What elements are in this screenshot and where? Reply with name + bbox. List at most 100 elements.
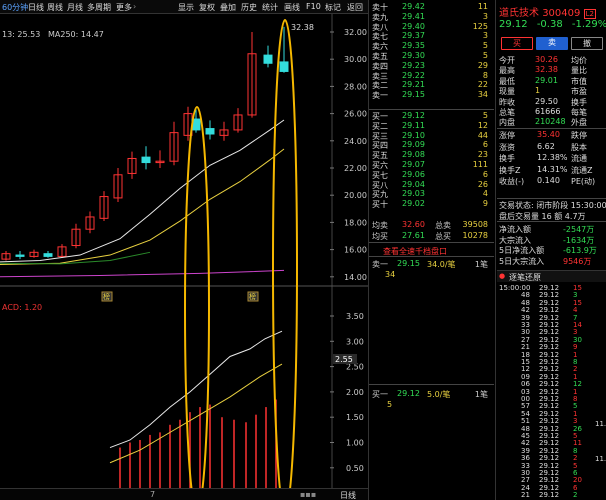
quote-label-2: PE(动): [571, 177, 596, 186]
menu-adjust[interactable]: 复权: [199, 2, 215, 13]
fund-flow-label: 净流入额: [499, 225, 531, 234]
macd-axis-label: 1.50: [346, 413, 364, 422]
price-axis-label: 22.00: [344, 164, 367, 173]
fund-flow-row[interactable]: 5日大宗流入 9546万: [497, 256, 606, 266]
buy-level-price: 29.03: [402, 189, 425, 199]
tab-multi-period[interactable]: 多周期: [87, 2, 111, 13]
fund-flow-row[interactable]: 净流入额 -2547万: [497, 224, 606, 234]
kline-chart[interactable]: 32.00 30.00 28.00 26.00 24.00 22.00 20.00 18.00…: [0, 14, 368, 500]
queue-sell-desc: 34.0/笔: [427, 260, 456, 269]
tick-row: 18 29.12 1: [497, 351, 606, 359]
highlight-ellipse-1: [184, 106, 210, 500]
sell-order-row[interactable]: 卖一 29.15 34: [369, 90, 494, 100]
divider: [497, 221, 606, 222]
sell-level-price: 29.35: [402, 41, 425, 51]
cancel-order-button[interactable]: 撤: [571, 37, 603, 50]
sell-order-row[interactable]: 卖二 29.21 22: [369, 80, 494, 90]
buy-order-row[interactable]: 买一 29.12 5: [369, 111, 494, 121]
sell-order-row[interactable]: 卖五 29.30 5: [369, 51, 494, 61]
buy-order-row[interactable]: 买七 29.06 6: [369, 170, 494, 180]
tick-extra: 11.6: [595, 420, 606, 428]
buy-level-price: 29.04: [402, 179, 425, 189]
sell-order-row[interactable]: 卖十 29.42 11: [369, 2, 494, 12]
macd-label: ACD: 1.20: [2, 303, 43, 312]
fund-flow-row[interactable]: 5日净流入额 -613.9万: [497, 245, 606, 255]
tick-row: 21 29.12 9: [497, 343, 606, 351]
sell-level-price: 29.21: [402, 80, 425, 90]
fund-flow-value: -2547万: [563, 225, 595, 234]
tab-monthly[interactable]: 月线: [67, 2, 83, 13]
quote-row: 收益(-) 0.140 PE(动): [499, 176, 606, 186]
tab-weekly[interactable]: 周线: [47, 2, 63, 13]
buy-order-row[interactable]: 买三 29.10 44: [369, 131, 494, 141]
sell-order-row[interactable]: 卖七 29.37 3: [369, 31, 494, 41]
sell-order-row[interactable]: 卖八 29.40 125: [369, 22, 494, 32]
menu-draw[interactable]: 画线: [284, 2, 300, 13]
tick-header-label[interactable]: 逐笔还原: [509, 272, 541, 283]
tick-row: 00 29.12 8: [497, 395, 606, 403]
menu-stats[interactable]: 统计: [262, 2, 278, 13]
tick-row: 27 29.12 20: [497, 476, 606, 484]
buy-order-row[interactable]: 买五 29.08 23: [369, 150, 494, 160]
buy-order-row[interactable]: 买九 29.03 4: [369, 189, 494, 199]
sell-level-volume: 3: [482, 11, 488, 21]
sell-button[interactable]: 卖: [536, 37, 568, 50]
sell-order-row[interactable]: 卖三 29.22 8: [369, 71, 494, 81]
tab-daily[interactable]: 日线: [28, 2, 44, 13]
buy-order-row[interactable]: 买四 29.09 6: [369, 140, 494, 150]
current-price: 29.12: [499, 19, 528, 30]
sell-order-row[interactable]: 卖四 29.23 29: [369, 61, 494, 71]
quote-value: 0.140: [537, 176, 560, 185]
quote-row: 内盘 210248 外盘: [499, 117, 606, 127]
chevron-down-icon[interactable]: ›: [133, 2, 136, 11]
macd-axis-label: 3.50: [346, 312, 364, 321]
quote-label: 总笔: [499, 108, 515, 117]
quote-row: 昨收 29.50 换手: [499, 97, 606, 107]
fund-flow-value: -1634万: [563, 235, 595, 245]
sell-level-volume: 22: [477, 80, 488, 90]
menu-back[interactable]: 返回: [347, 2, 363, 13]
quote-row: 最高 32.38 量比: [499, 65, 606, 75]
tab-60min[interactable]: 60分钟: [2, 2, 28, 13]
quote-label-2: 流通Z: [571, 165, 593, 175]
menu-display[interactable]: 显示: [178, 2, 194, 13]
macd-axis-label: 2.00: [346, 388, 364, 397]
tab-more[interactable]: 更多: [116, 2, 132, 13]
sell-level-price: 29.40: [402, 21, 425, 31]
buy-order-row[interactable]: 买六 29.07 111: [369, 160, 494, 170]
tick-row: 15 29.12 8: [497, 358, 606, 366]
sell-level-price: 29.22: [402, 70, 425, 80]
quote-label: 收益(-): [499, 177, 525, 186]
buy-order-row[interactable]: 买八 29.04 26: [369, 180, 494, 190]
fund-flow-row[interactable]: 大宗流入 -1634万: [497, 235, 606, 245]
menu-history[interactable]: 历史: [241, 2, 257, 13]
tick-row: 27 29.12 30: [497, 336, 606, 344]
price-axis-label: 26.00: [344, 110, 367, 119]
chart-bottom-bar: 7 ▪▪▪ 日线: [0, 488, 368, 500]
stock-name: 道氏技术: [499, 8, 539, 19]
sell-order-row[interactable]: 卖六 29.35 5: [369, 41, 494, 51]
menu-overlay[interactable]: 叠加: [220, 2, 236, 13]
buy-order-row[interactable]: 买十 29.02 9: [369, 199, 494, 209]
daily-shortcut[interactable]: 日线: [340, 490, 356, 500]
price-axis-label: 14.00: [344, 273, 367, 282]
depth-link[interactable]: 查看全速千档盘口: [369, 246, 494, 256]
menu-mark[interactable]: 标记: [325, 2, 341, 13]
tick-row: 54 29.12 1: [497, 410, 606, 418]
rank-marker: 榜: [249, 292, 256, 301]
buy-order-row[interactable]: 买二 29.11 12: [369, 121, 494, 131]
queue-buy-row: 买一 29.12 5.0/笔 1笔: [369, 389, 494, 399]
tick-row: 30 29.12 6: [497, 469, 606, 477]
sell-order-row[interactable]: 卖九 29.41 3: [369, 12, 494, 22]
quote-label: 内盘: [499, 118, 515, 128]
tick-row: 36 29.12 2: [497, 454, 606, 462]
queue-buy-label: 买一: [372, 390, 388, 399]
scroll-handle[interactable]: ▪▪▪: [300, 490, 316, 499]
quote-panel: 卖十 29.42 11 卖九 29.41 3 卖八 29.40 125 卖七 2…: [368, 0, 606, 500]
avg-sell-price: 32.60: [402, 220, 425, 229]
buy-button[interactable]: 买: [501, 37, 533, 50]
quote-row: 涨停 35.40 跌停: [499, 130, 606, 140]
fund-flow-value: 9546万: [563, 256, 592, 266]
fund-flow-label: 5日大宗流入: [499, 256, 545, 266]
menu-f10[interactable]: F10: [306, 2, 321, 11]
